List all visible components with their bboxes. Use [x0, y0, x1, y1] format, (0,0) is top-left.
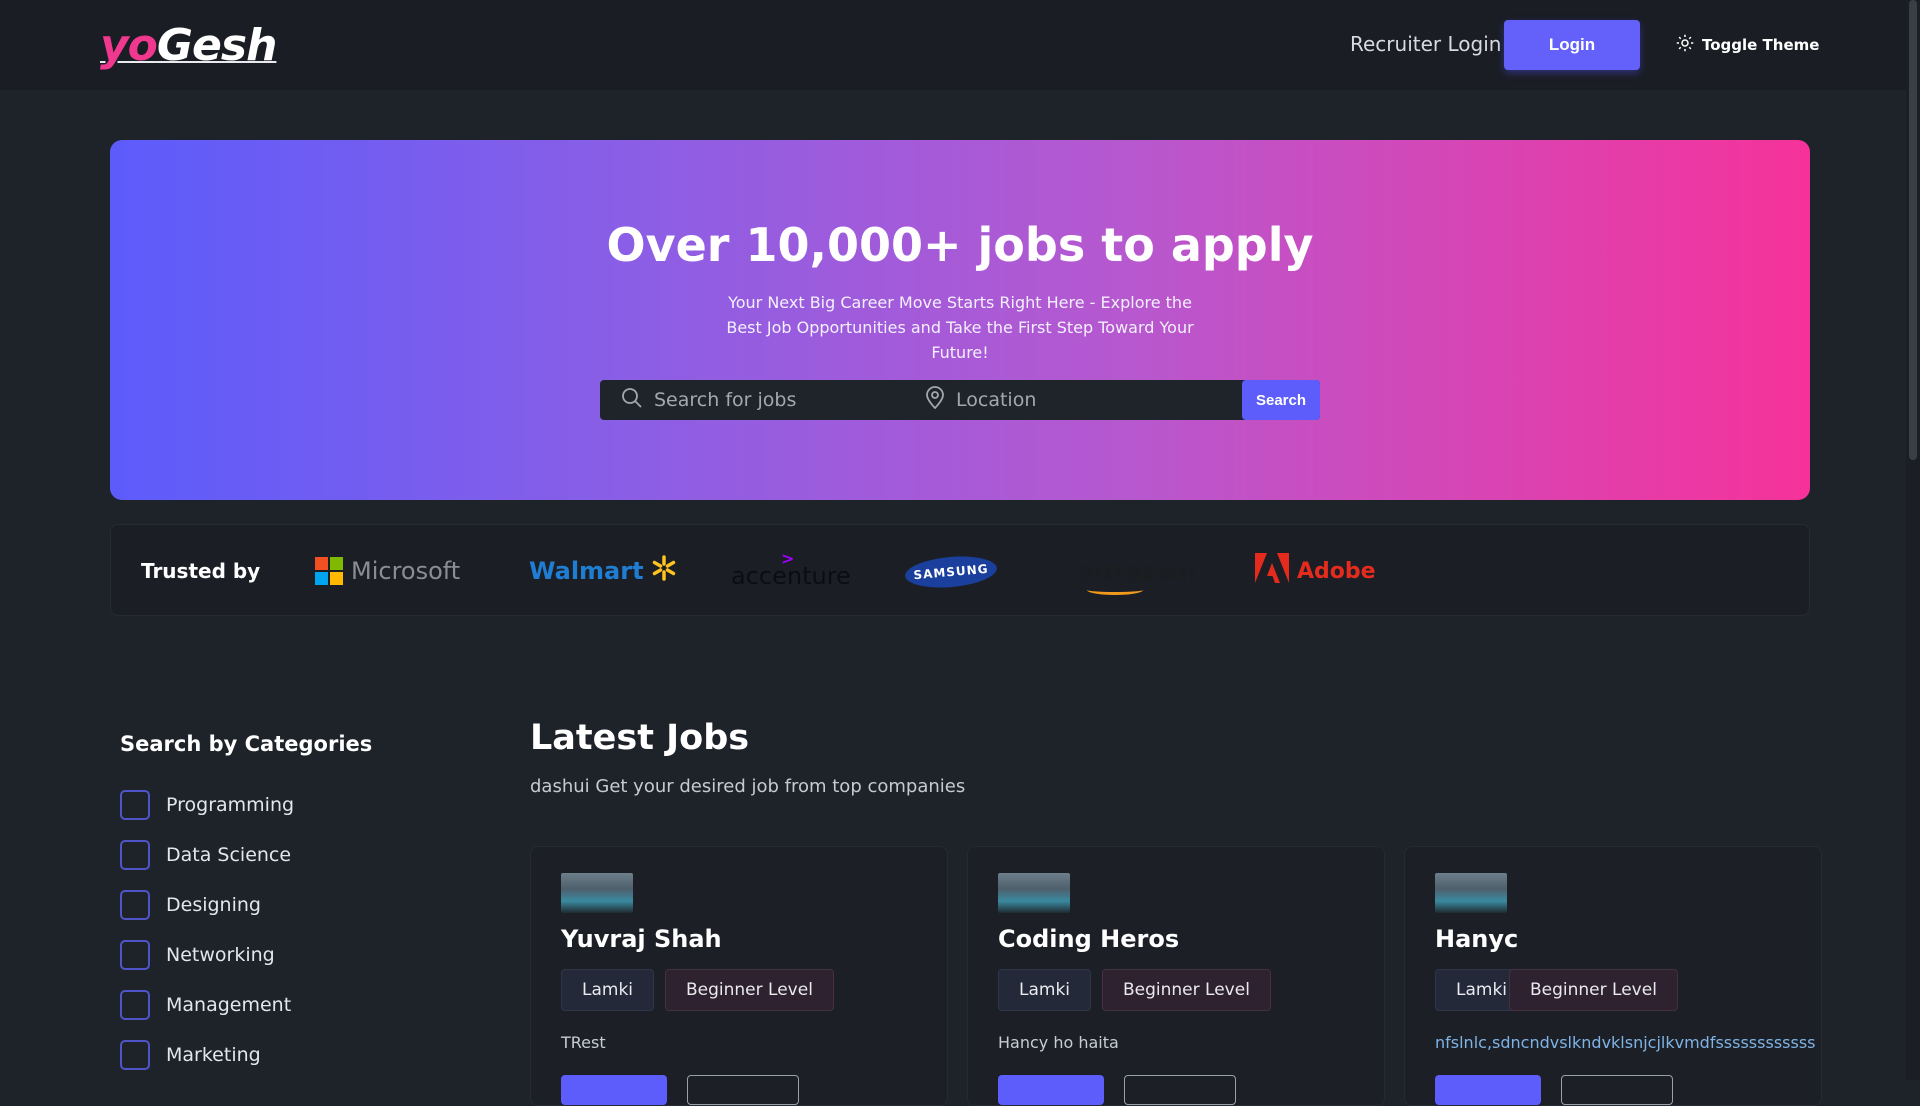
- category-management[interactable]: Management: [120, 980, 294, 1030]
- level-tag: Beginner Level: [665, 969, 834, 1011]
- level-tag: Beginner Level: [1509, 969, 1678, 1011]
- level-tag: Beginner Level: [1102, 969, 1271, 1011]
- job-title: Coding Heros: [998, 925, 1180, 953]
- hero-banner: Over 10,000+ jobs to apply Your Next Big…: [110, 140, 1810, 500]
- amazon-smile-icon: [1087, 585, 1143, 595]
- category-label: Management: [166, 994, 292, 1016]
- hero-title: Over 10,000+ jobs to apply: [606, 218, 1314, 272]
- categories-title: Search by Categories: [120, 732, 373, 756]
- category-checkbox[interactable]: [120, 840, 150, 870]
- category-marketing[interactable]: Marketing: [120, 1030, 294, 1080]
- trusted-by-strip: Trusted by Microsoft Walmart > accenture…: [110, 524, 1810, 616]
- category-label: Marketing: [166, 1044, 261, 1066]
- walmart-logo: Walmart: [529, 549, 678, 593]
- page-scrollbar[interactable]: [1906, 0, 1920, 1080]
- category-label: Networking: [166, 944, 275, 966]
- category-programming[interactable]: Programming: [120, 780, 294, 830]
- toggle-theme-label: Toggle Theme: [1702, 36, 1820, 54]
- category-checkbox[interactable]: [120, 790, 150, 820]
- job-description: TRest: [561, 1033, 606, 1052]
- adobe-label: Adobe: [1297, 558, 1376, 584]
- microsoft-grid-icon: [315, 557, 343, 585]
- company-thumbnail: [1435, 873, 1507, 913]
- accenture-chevron-icon: >: [781, 549, 795, 568]
- logo-part-gesh: Gesh: [156, 20, 277, 71]
- latest-jobs-subtitle: dashui Get your desired job from top com…: [530, 776, 966, 797]
- category-checkbox[interactable]: [120, 940, 150, 970]
- job-search-field: [600, 380, 910, 420]
- category-networking[interactable]: Networking: [120, 930, 294, 980]
- company-thumbnail: [561, 873, 633, 913]
- job-search-bar: Search: [600, 380, 1320, 420]
- job-card: Yuvraj Shah Lamki Beginner Level TRest: [530, 846, 948, 1106]
- job-title: Hanyc: [1435, 925, 1519, 953]
- adobe-a-icon: [1255, 553, 1289, 589]
- company-thumbnail: [998, 873, 1070, 913]
- category-designing[interactable]: Designing: [120, 880, 294, 930]
- category-checkbox[interactable]: [120, 990, 150, 1020]
- microsoft-logo: Microsoft: [315, 549, 460, 593]
- sun-icon: [1676, 34, 1694, 56]
- walmart-spark-icon: [650, 554, 678, 588]
- trusted-by-label: Trusted by: [141, 559, 261, 583]
- job-card: Hanyc Lamki Beginner Level nfslnlc,sdncn…: [1404, 846, 1822, 1106]
- microsoft-label: Microsoft: [351, 557, 461, 585]
- location-pin-icon: [924, 386, 946, 414]
- location-input[interactable]: [956, 389, 1196, 411]
- site-logo[interactable]: yoGesh: [100, 20, 277, 72]
- toggle-theme-button[interactable]: Toggle Theme: [1676, 30, 1819, 60]
- category-label: Programming: [166, 794, 295, 816]
- category-list: Programming Data Science Designing Netwo…: [120, 780, 294, 1080]
- category-checkbox[interactable]: [120, 890, 150, 920]
- accenture-logo: > accenture: [731, 549, 851, 593]
- walmart-label: Walmart: [529, 557, 644, 585]
- samsung-logo: SAMSUNG: [903, 553, 999, 591]
- adobe-logo: Adobe: [1255, 549, 1376, 593]
- login-button[interactable]: Login: [1504, 20, 1640, 70]
- category-label: Data Science: [166, 844, 292, 866]
- job-search-input[interactable]: [654, 389, 894, 411]
- amazon-label: amazon: [1075, 554, 1198, 588]
- job-description: Hancy ho haita: [998, 1033, 1119, 1052]
- latest-jobs-title: Latest Jobs: [530, 718, 750, 758]
- hero-subtitle: Your Next Big Career Move Starts Right H…: [726, 293, 1194, 362]
- logo-part-yo: yo: [100, 20, 158, 71]
- job-description: nfslnlc,sdncndvslkndvklsnjcjlkvmdfssssss…: [1435, 1033, 1816, 1052]
- amazon-logo: amazon: [1075, 549, 1198, 595]
- location-tag: Lamki: [561, 969, 655, 1011]
- search-icon: [620, 386, 644, 414]
- recruiter-login-link[interactable]: Recruiter Login: [1350, 32, 1501, 56]
- location-field: [910, 380, 1240, 420]
- top-navbar: yoGesh Recruiter Login Login Toggle Them…: [0, 0, 1920, 90]
- search-button[interactable]: Search: [1242, 380, 1320, 420]
- category-checkbox[interactable]: [120, 1040, 150, 1070]
- job-title: Yuvraj Shah: [561, 925, 722, 953]
- location-tag: Lamki: [998, 969, 1092, 1011]
- scrollbar-thumb[interactable]: [1909, 0, 1917, 460]
- samsung-label: SAMSUNG: [912, 561, 990, 583]
- job-card: Coding Heros Lamki Beginner Level Hancy …: [967, 846, 1385, 1106]
- category-label: Designing: [166, 894, 261, 916]
- category-data-science[interactable]: Data Science: [120, 830, 294, 880]
